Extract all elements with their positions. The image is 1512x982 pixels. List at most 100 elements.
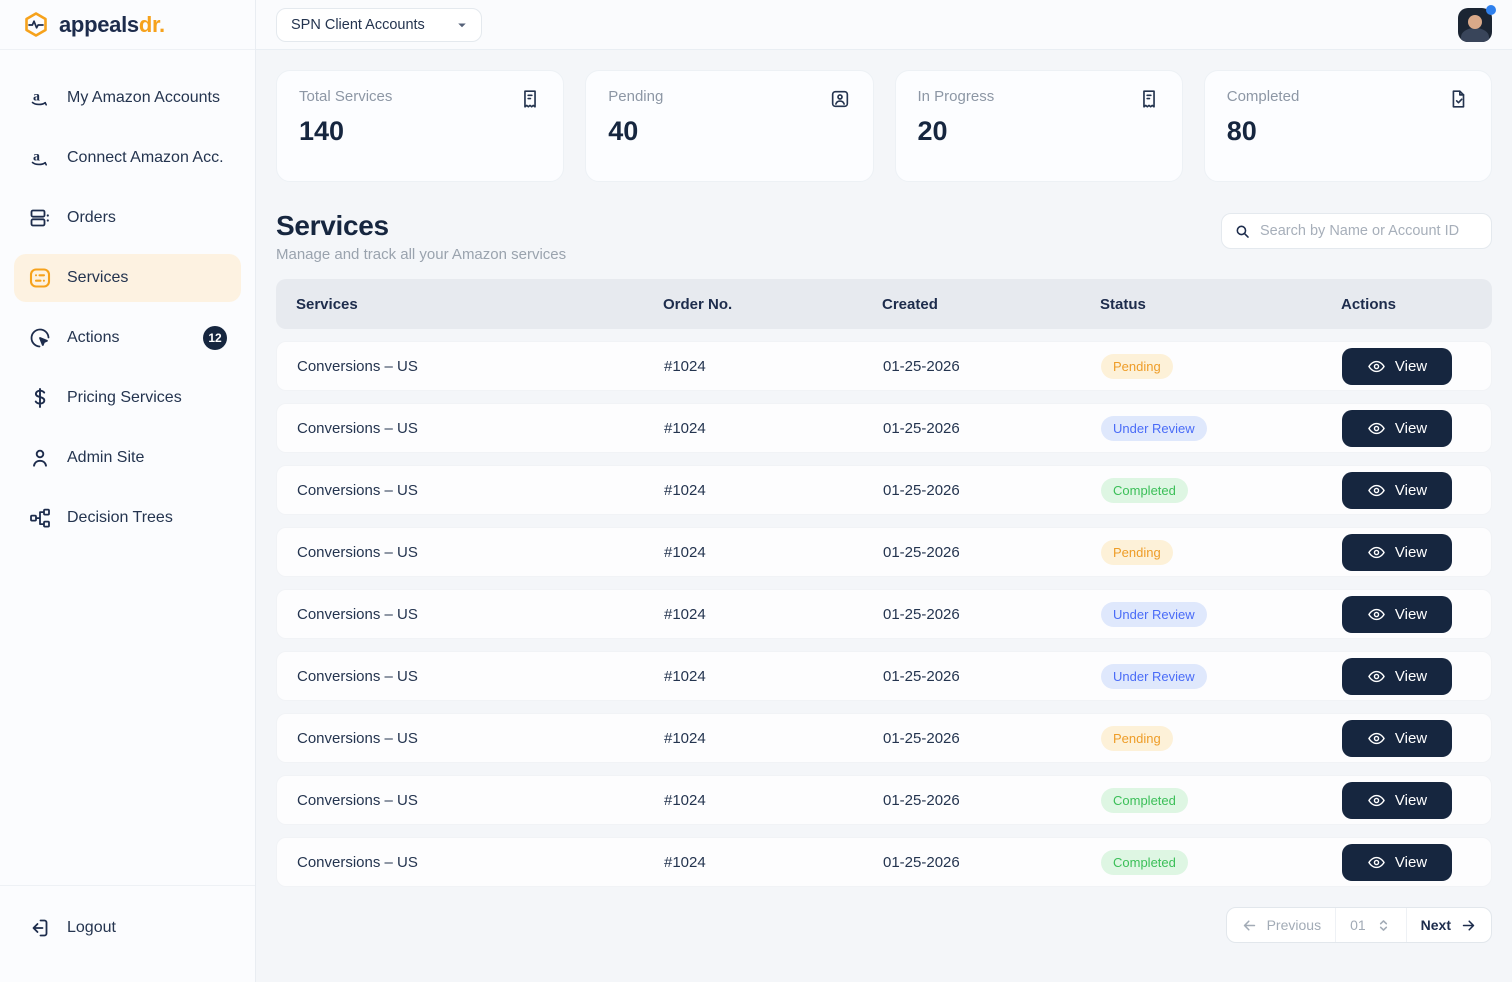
view-button[interactable]: View: [1342, 410, 1452, 447]
service-name-cell: Conversions – US: [297, 420, 664, 437]
page-subtitle: Manage and track all your Amazon service…: [276, 246, 566, 263]
next-label: Next: [1421, 917, 1451, 933]
orders-icon: [28, 206, 52, 230]
status-cell: Pending: [1101, 540, 1342, 565]
actions-cell: View: [1342, 472, 1491, 509]
created-date-cell: 01-25-2026: [883, 792, 1101, 809]
previous-page-button[interactable]: Previous: [1227, 908, 1336, 942]
sidebar-item-pricing-services[interactable]: Pricing Services: [14, 374, 241, 422]
view-button[interactable]: View: [1342, 720, 1452, 757]
view-button[interactable]: View: [1342, 782, 1452, 819]
status-cell: Under Review: [1101, 416, 1342, 441]
sidebar-footer: Logout: [0, 885, 255, 982]
eye-icon: [1367, 543, 1386, 562]
next-page-button[interactable]: Next: [1407, 908, 1491, 942]
account-selector-dropdown[interactable]: SPN Client Accounts: [276, 8, 482, 42]
sidebar-item-services[interactable]: Services: [14, 254, 241, 302]
stat-label: Total Services: [299, 88, 392, 105]
amazon-icon: a: [28, 146, 52, 170]
account-selector-label: SPN Client Accounts: [291, 17, 425, 33]
status-badge: Completed: [1101, 478, 1188, 503]
sidebar-item-label: Pricing Services: [67, 389, 182, 407]
status-badge: Under Review: [1101, 416, 1207, 441]
service-name-cell: Conversions – US: [297, 358, 664, 375]
order-no-cell: #1024: [664, 544, 883, 561]
page-number-stepper[interactable]: 01: [1336, 908, 1407, 942]
service-name-cell: Conversions – US: [297, 606, 664, 623]
view-button[interactable]: View: [1342, 658, 1452, 695]
view-button-label: View: [1395, 544, 1427, 561]
main-area: SPN Client Accounts Total Services 140 Pen…: [256, 0, 1512, 982]
eye-icon: [1367, 357, 1386, 376]
sidebar-item-admin-site[interactable]: Admin Site: [14, 434, 241, 482]
stat-label: In Progress: [918, 88, 995, 105]
brand-name: appealsdr.: [59, 12, 165, 38]
sidebar-item-orders[interactable]: Orders: [14, 194, 241, 242]
table-row: Conversions – US#102401-25-2026Under Rev…: [276, 403, 1492, 453]
view-button[interactable]: View: [1342, 348, 1452, 385]
view-button[interactable]: View: [1342, 596, 1452, 633]
table-row: Conversions – US#102401-25-2026PendingVi…: [276, 527, 1492, 577]
table-row: Conversions – US#102401-25-2026Completed…: [276, 775, 1492, 825]
status-badge: Under Review: [1101, 602, 1207, 627]
created-date-cell: 01-25-2026: [883, 544, 1101, 561]
sidebar-item-decision-trees[interactable]: Decision Trees: [14, 494, 241, 542]
created-date-cell: 01-25-2026: [883, 854, 1101, 871]
actions-cell: View: [1342, 410, 1491, 447]
user-avatar[interactable]: [1458, 8, 1492, 42]
eye-icon: [1367, 667, 1386, 686]
status-cell: Completed: [1101, 850, 1342, 875]
stat-value: 140: [299, 116, 541, 147]
created-date-cell: 01-25-2026: [883, 482, 1101, 499]
logout-icon: [28, 916, 52, 940]
page-number: 01: [1350, 917, 1366, 933]
created-date-cell: 01-25-2026: [883, 420, 1101, 437]
sidebar-item-label: Decision Trees: [67, 509, 173, 527]
table-row: Conversions – US#102401-25-2026Under Rev…: [276, 651, 1492, 701]
previous-label: Previous: [1267, 917, 1321, 933]
stat-card-in-progress: In Progress20: [895, 70, 1183, 182]
table-row: Conversions – US#102401-25-2026PendingVi…: [276, 341, 1492, 391]
view-button[interactable]: View: [1342, 844, 1452, 881]
stat-label: Pending: [608, 88, 663, 105]
table-row: Conversions – US#102401-25-2026Under Rev…: [276, 589, 1492, 639]
sidebar-item-actions[interactable]: Actions12: [14, 314, 241, 362]
status-cell: Pending: [1101, 726, 1342, 751]
order-no-cell: #1024: [664, 420, 883, 437]
view-button-label: View: [1395, 420, 1427, 437]
actions-cell: View: [1342, 534, 1491, 571]
brand-hexagon-pulse-icon: [22, 11, 50, 39]
order-no-cell: #1024: [664, 606, 883, 623]
actions-cell: View: [1342, 844, 1491, 881]
sidebar-item-my-amazon-accounts[interactable]: aMy Amazon Accounts: [14, 74, 241, 122]
logout-button[interactable]: Logout: [14, 904, 241, 952]
status-badge: Pending: [1101, 726, 1173, 751]
status-cell: Pending: [1101, 354, 1342, 379]
sidebar-item-label: Connect Amazon Acc.: [67, 149, 224, 167]
page-title: Services: [276, 210, 566, 242]
user-icon: [28, 446, 52, 470]
status-badge: Under Review: [1101, 664, 1207, 689]
stat-card-total-services: Total Services 140: [276, 70, 564, 182]
file-check-icon: [1447, 88, 1469, 110]
view-button[interactable]: View: [1342, 534, 1452, 571]
table-row: Conversions – US#102401-25-2026Completed…: [276, 837, 1492, 887]
eye-icon: [1367, 853, 1386, 872]
pagination: Previous 01 Next: [276, 907, 1492, 943]
sidebar-item-connect-amazon-acc[interactable]: a Connect Amazon Acc.: [14, 134, 241, 182]
cursor-click-icon: [28, 326, 52, 350]
order-no-cell: #1024: [664, 730, 883, 747]
page-content: Total Services140Pending40In Progress20C…: [256, 50, 1512, 982]
view-button-label: View: [1395, 482, 1427, 499]
actions-cell: View: [1342, 720, 1491, 757]
amazon-icon: a: [28, 86, 52, 110]
status-badge: Pending: [1101, 540, 1173, 565]
svg-text:a: a: [33, 150, 40, 165]
actions-cell: View: [1342, 658, 1491, 695]
search-input[interactable]: [1260, 223, 1479, 239]
topbar: SPN Client Accounts: [256, 0, 1512, 50]
view-button-label: View: [1395, 730, 1427, 747]
notification-count-badge: 12: [203, 326, 227, 350]
chevron-down-icon: [453, 16, 471, 34]
view-button[interactable]: View: [1342, 472, 1452, 509]
